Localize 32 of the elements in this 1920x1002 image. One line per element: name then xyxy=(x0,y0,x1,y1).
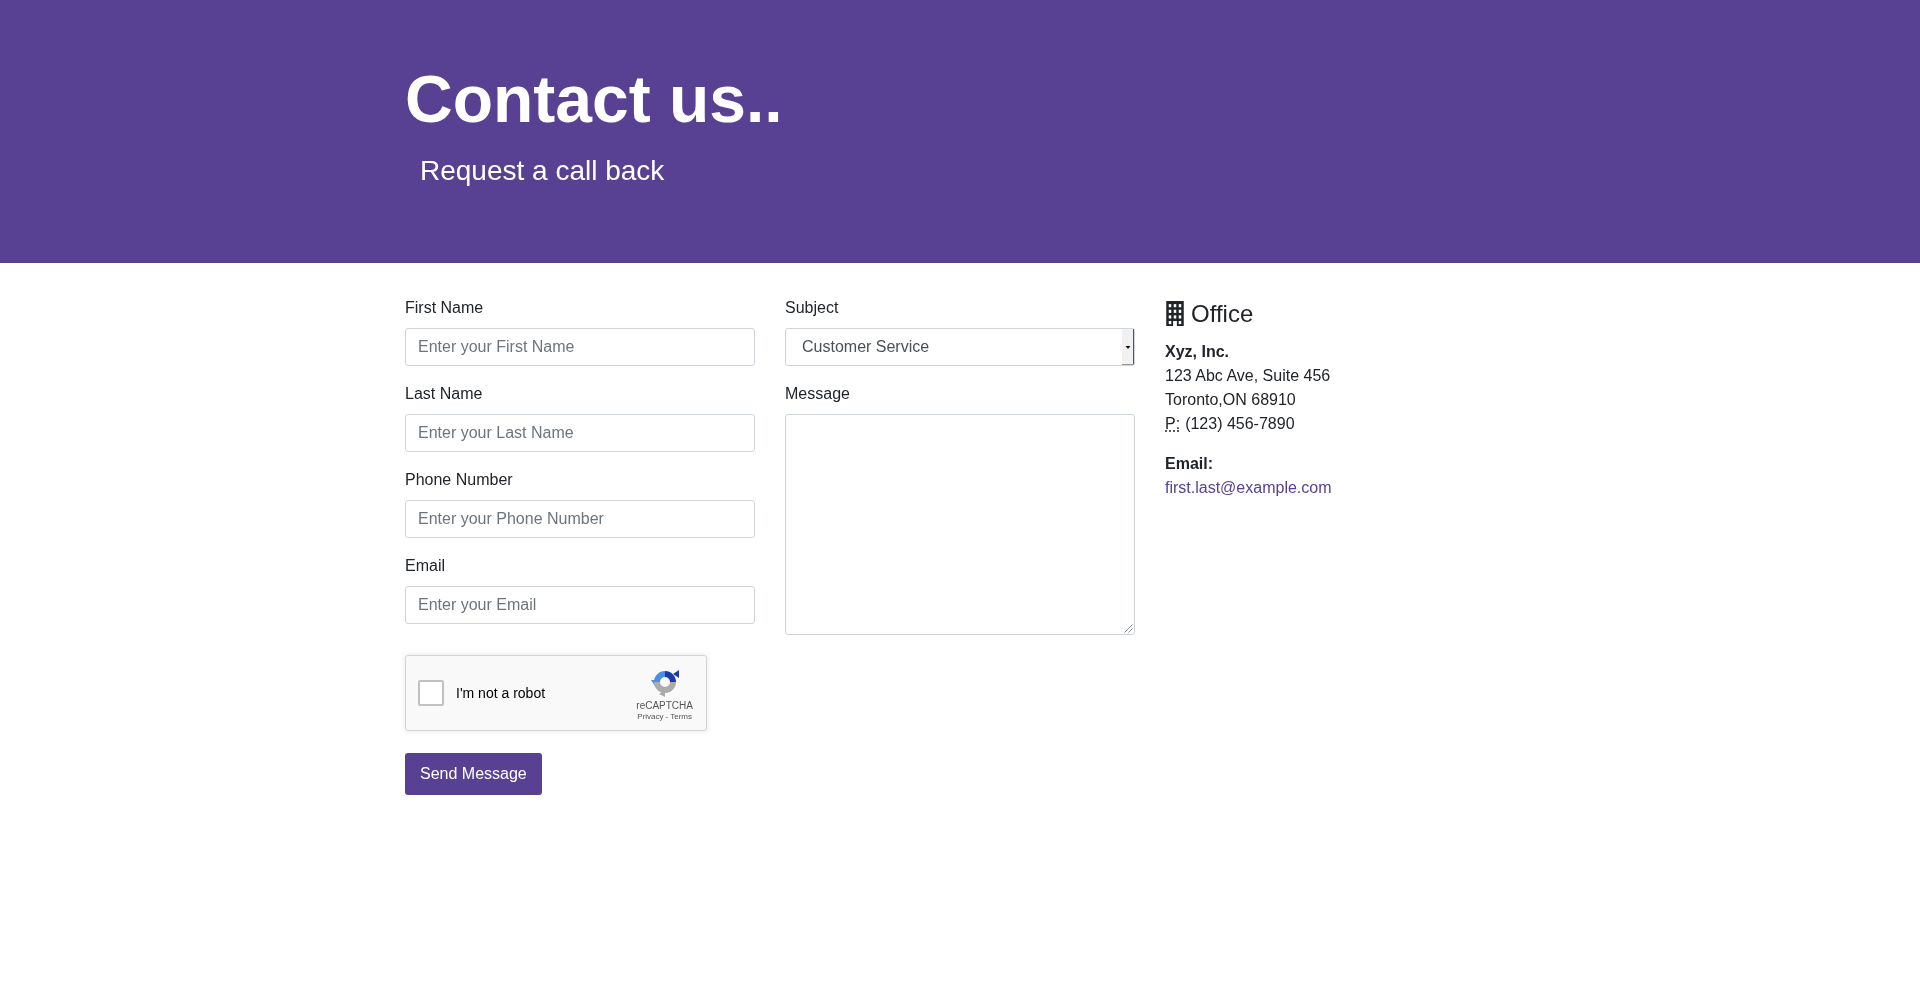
address-line: Toronto,ON 68910 xyxy=(1165,389,1296,410)
field-label: Phone Number xyxy=(405,469,513,490)
caret-icon[interactable] xyxy=(1122,328,1134,365)
input-field[interactable]: Enter your Email xyxy=(405,585,755,624)
page-subtitle: Request a call back xyxy=(420,154,665,188)
input-field[interactable]: Enter your Last Name xyxy=(405,413,755,452)
email-link[interactable]: first.last@example.com xyxy=(1165,475,1332,500)
phone-label: P: xyxy=(1165,413,1181,434)
separator-text: - xyxy=(665,711,669,722)
page-title: Contact us.. xyxy=(405,61,783,138)
field-label: First Name xyxy=(405,297,484,318)
email-label: Email: xyxy=(1165,453,1213,474)
company-name: Xyz, Inc. xyxy=(1165,341,1230,362)
input-field[interactable]: Enter your Phone Number xyxy=(405,499,755,538)
field-label: Last Name xyxy=(405,383,483,404)
phone-number: (123) 456-7890 xyxy=(1185,413,1295,434)
subject-select[interactable]: Customer Service xyxy=(785,327,1135,366)
send-message-button[interactable]: Send Message xyxy=(405,752,542,795)
privacy-link[interactable]: Privacy xyxy=(637,711,664,722)
brand-text: reCAPTCHA xyxy=(636,699,693,712)
field-label: Message xyxy=(785,383,850,404)
captcha-label: I'm not a robot xyxy=(456,683,547,703)
field-label: Subject xyxy=(785,297,839,318)
captcha-checkbox[interactable] xyxy=(418,679,444,706)
building-icon xyxy=(1165,300,1185,326)
terms-link[interactable]: Terms xyxy=(670,711,692,722)
input-field[interactable]: Enter your First Name xyxy=(405,327,755,366)
message-field[interactable] xyxy=(785,413,1135,635)
resize-grip-icon[interactable] xyxy=(1124,623,1133,633)
field-label: Email xyxy=(405,555,445,576)
address-line: 123 Abc Ave, Suite 456 xyxy=(1165,365,1331,386)
office-heading: Office xyxy=(1191,298,1254,328)
